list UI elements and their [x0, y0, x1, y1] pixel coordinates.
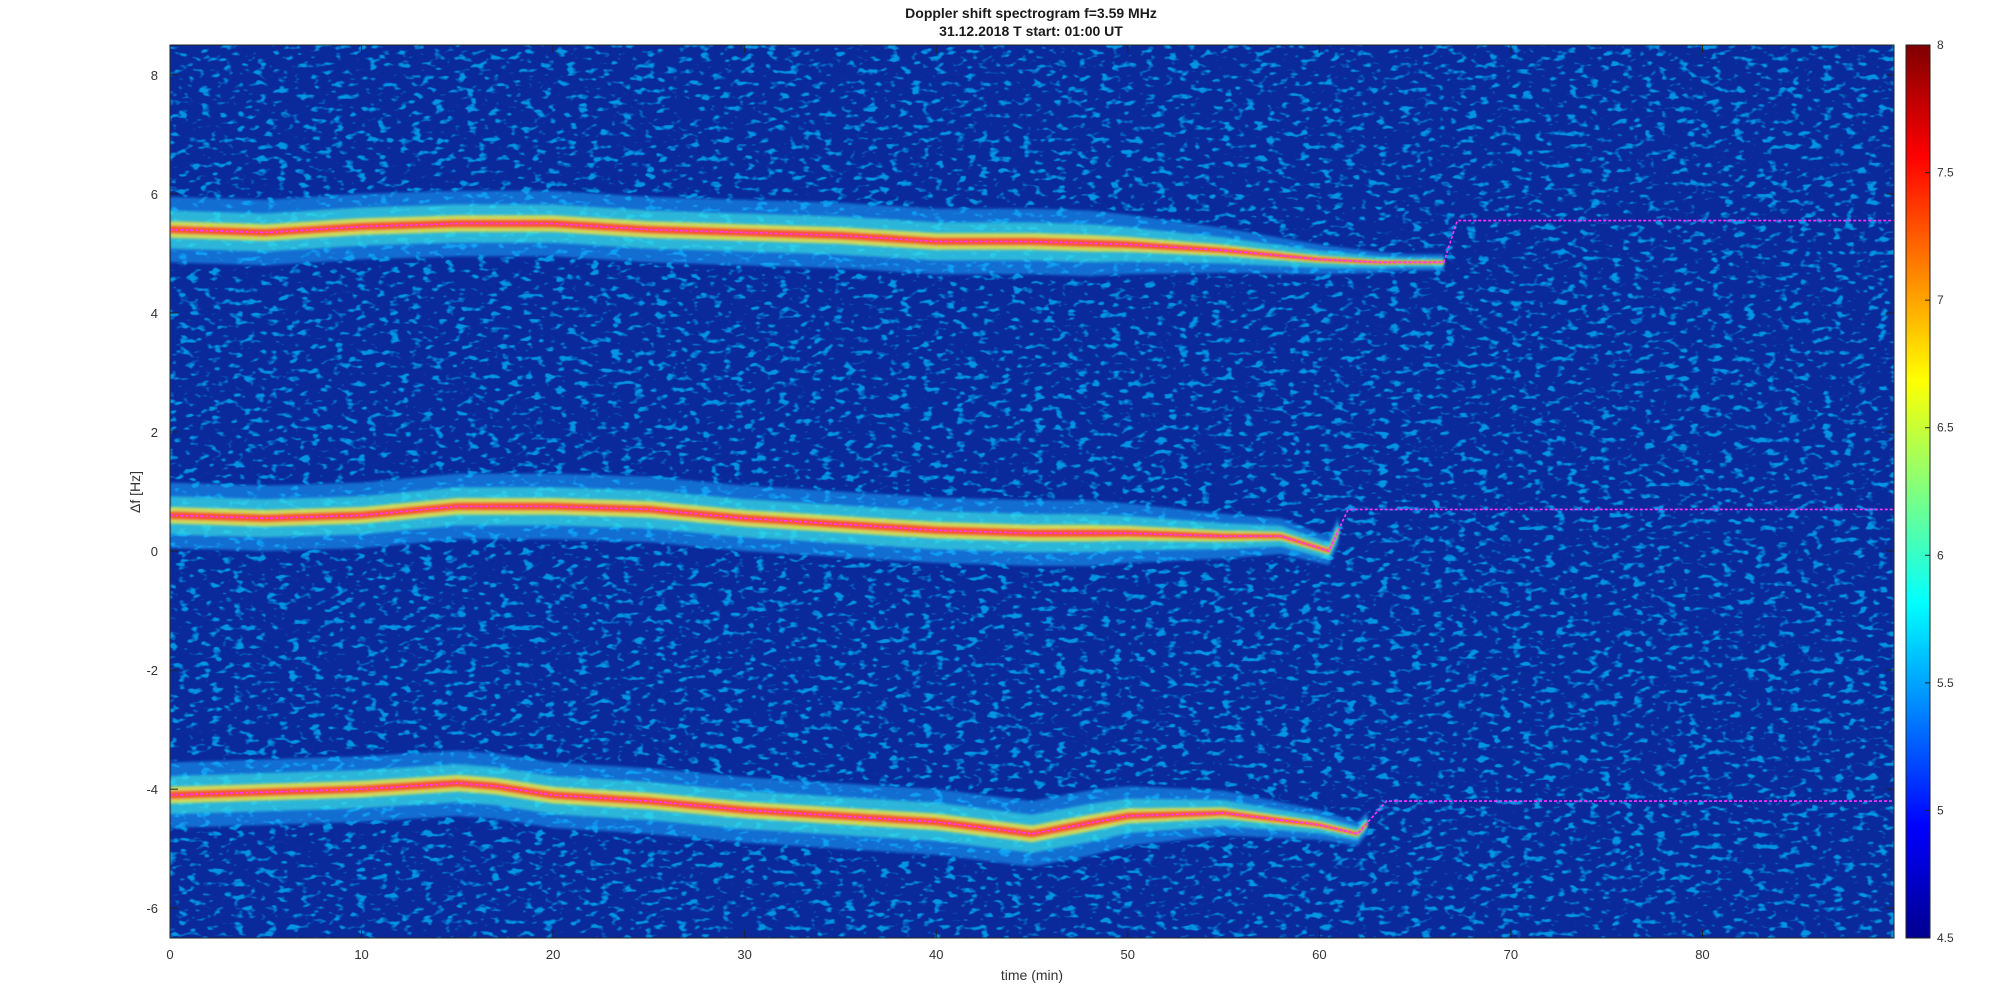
colorbar-tick-label: 7.5 [1937, 166, 1954, 180]
x-tick-label: 60 [1312, 947, 1326, 962]
chart-subtitle: 31.12.2018 T start: 01:00 UT [939, 23, 1123, 39]
x-tick-label: 70 [1504, 947, 1518, 962]
x-axis-label: time (min) [1001, 967, 1063, 983]
colorbar-tick-label: 5.5 [1937, 676, 1954, 690]
y-tick-label: 4 [151, 306, 158, 321]
x-tick-label: 10 [354, 947, 368, 962]
colorbar-tick-label: 5 [1937, 803, 1944, 817]
y-tick-label: 8 [151, 68, 158, 83]
x-tick-label: 0 [166, 947, 173, 962]
x-tick-label: 80 [1695, 947, 1709, 962]
y-tick-label: -2 [146, 663, 158, 678]
plot-area [170, 45, 1894, 938]
y-axis-label: Δf [Hz] [127, 471, 143, 513]
x-tick-label: 30 [737, 947, 751, 962]
colorbar-tick-label: 6 [1937, 548, 1944, 562]
colorbar [1905, 44, 1931, 939]
y-tick-label: -6 [146, 901, 158, 916]
x-tick-label: 20 [546, 947, 560, 962]
x-tick-label: 40 [929, 947, 943, 962]
colorbar-tick-label: 7 [1937, 293, 1944, 307]
colorbar-tick-label: 6.5 [1937, 421, 1954, 435]
y-tick-label: 2 [151, 425, 158, 440]
x-tick-label: 50 [1121, 947, 1135, 962]
y-tick-label: 6 [151, 187, 158, 202]
y-tick-label: 0 [151, 544, 158, 559]
colorbar-tick-label: 4.5 [1937, 931, 1954, 945]
spectrogram-figure: Doppler shift spectrogram f=3.59 MHz 31.… [127, 5, 1954, 983]
y-tick-label: -4 [146, 782, 158, 797]
chart-title: Doppler shift spectrogram f=3.59 MHz [905, 5, 1157, 21]
colorbar-tick-label: 8 [1937, 38, 1944, 52]
